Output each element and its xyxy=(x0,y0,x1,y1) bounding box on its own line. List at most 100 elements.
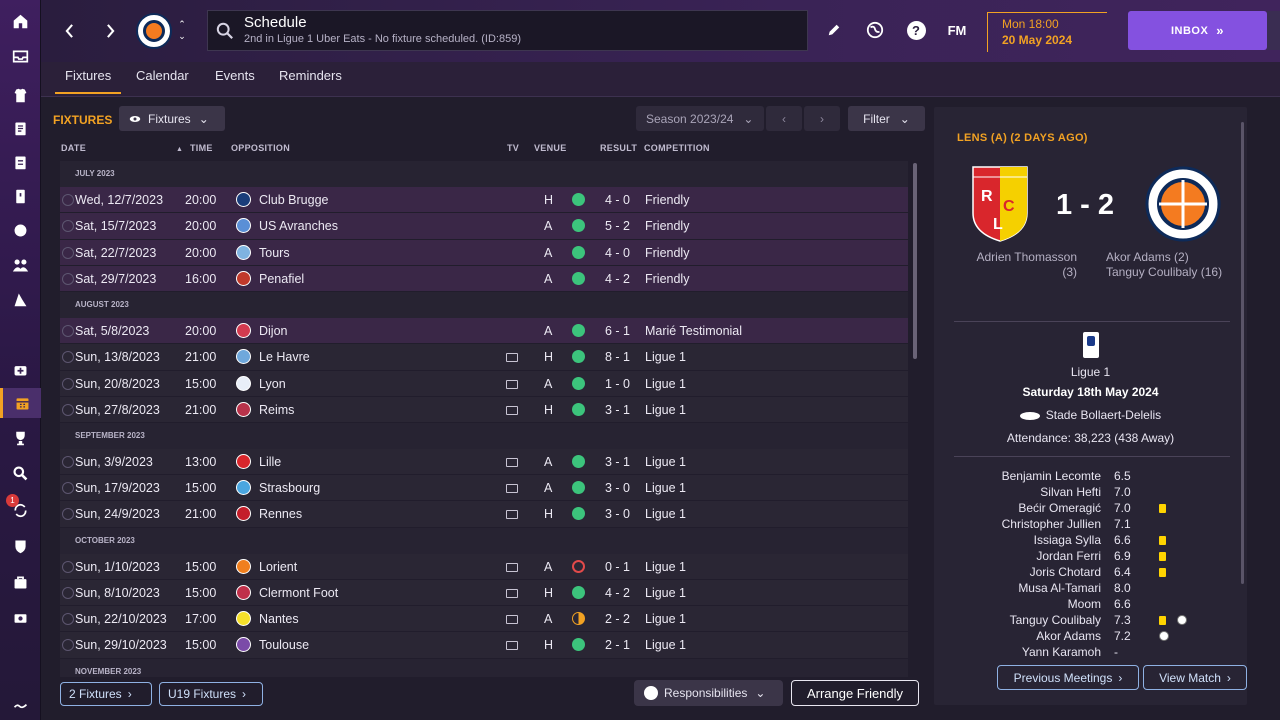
opponent-name[interactable]: Penafiel xyxy=(259,272,304,286)
sidebar-report-button[interactable] xyxy=(0,567,41,597)
player-name[interactable]: Akor Adams xyxy=(1036,629,1101,643)
fixture-result[interactable]: 5 - 2 xyxy=(605,219,630,233)
fixture-result[interactable]: 4 - 0 xyxy=(605,246,630,260)
fixture-result[interactable]: 2 - 1 xyxy=(605,638,630,652)
opponent-name[interactable]: Toulouse xyxy=(259,638,309,652)
sidebar-club-vision-button[interactable] xyxy=(0,458,41,488)
fixture-competition[interactable]: Ligue 1 xyxy=(645,403,686,417)
opponent-name[interactable]: Strasbourg xyxy=(259,481,320,495)
col-venue[interactable]: VENUE xyxy=(534,143,567,153)
arrange-friendly-button[interactable]: Arrange Friendly xyxy=(791,680,919,706)
fixture-competition[interactable]: Ligue 1 xyxy=(645,638,686,652)
sidebar-competitions-button[interactable] xyxy=(0,354,41,384)
forward-button[interactable] xyxy=(97,18,123,44)
fixture-result[interactable]: 2 - 2 xyxy=(605,612,630,626)
sidebar-inbox-button[interactable] xyxy=(0,41,41,71)
sidebar-data-button[interactable] xyxy=(0,147,41,177)
sidebar-training-button[interactable] xyxy=(0,215,41,245)
opponent-name[interactable]: Dijon xyxy=(259,324,288,338)
fixture-competition[interactable]: Friendly xyxy=(645,246,689,260)
fm-menu-button[interactable]: FM xyxy=(944,19,970,41)
fixture-result[interactable]: 4 - 2 xyxy=(605,272,630,286)
view-match-button[interactable]: View Match › xyxy=(1143,665,1247,690)
season-prev-button[interactable]: ‹ xyxy=(766,106,802,131)
help-button[interactable]: ? xyxy=(905,19,927,41)
fixture-row[interactable]: Sun, 8/10/2023 15:00 Clermont Foot H 4 - 2 Li… xyxy=(60,580,908,607)
fixture-row[interactable]: Sun, 3/9/2023 13:00 Lille A 3 - 1 Ligue 1 xyxy=(60,449,908,476)
edit-button[interactable] xyxy=(823,19,845,41)
fixture-result[interactable]: 4 - 0 xyxy=(605,193,630,207)
fixture-competition[interactable]: Ligue 1 xyxy=(645,481,686,495)
sidebar-finances-button[interactable]: 1 xyxy=(0,494,41,525)
player-name[interactable]: Bećir Omeragić xyxy=(1018,501,1101,515)
tab-calendar[interactable]: Calendar xyxy=(126,68,199,92)
page-title-search-box[interactable]: Schedule 2nd in Ligue 1 Uber Eats - No f… xyxy=(207,10,808,51)
opponent-name[interactable]: Lyon xyxy=(259,377,286,391)
fixture-competition[interactable]: Ligue 1 xyxy=(645,586,686,600)
fixture-competition[interactable]: Ligue 1 xyxy=(645,455,686,469)
sidebar-home-button[interactable] xyxy=(0,6,41,36)
sidebar-staff-button[interactable] xyxy=(0,181,41,211)
col-date[interactable]: DATE ▲ xyxy=(61,143,183,153)
sidebar-settings-button[interactable] xyxy=(0,603,41,633)
fixture-result[interactable]: 1 - 0 xyxy=(605,377,630,391)
fixtures-view-dropdown[interactable]: Fixtures ⌄ xyxy=(119,106,225,131)
sidebar-squad-button[interactable] xyxy=(0,80,41,110)
u19-fixtures-button[interactable]: U19 Fixtures › xyxy=(159,682,263,706)
fixture-competition[interactable]: Ligue 1 xyxy=(645,507,686,521)
fixture-row[interactable]: Sat, 5/8/2023 20:00 Dijon A 6 - 1 Marié Testi… xyxy=(60,318,908,345)
fixture-result[interactable]: 0 - 1 xyxy=(605,560,630,574)
opponent-name[interactable]: Club Brugge xyxy=(259,193,329,207)
lens-crest-icon[interactable]: R C L xyxy=(971,165,1029,243)
sidebar-menu-button[interactable] xyxy=(0,690,41,720)
fixture-competition[interactable]: Ligue 1 xyxy=(645,350,686,364)
world-button[interactable] xyxy=(864,19,886,41)
player-name[interactable]: Musa Al-Tamari xyxy=(1018,581,1101,595)
fixture-row[interactable]: Sat, 22/7/2023 20:00 Tours A 4 - 0 Friendly xyxy=(60,239,908,266)
player-name[interactable]: Silvan Hefti xyxy=(1040,485,1101,499)
sidebar-tactics-button[interactable] xyxy=(0,113,41,143)
fixture-row[interactable]: Sat, 15/7/2023 20:00 US Avranches A 5 - 2 Fri… xyxy=(60,213,908,240)
opponent-name[interactable]: Lorient xyxy=(259,560,297,574)
match-panel-scrollbar[interactable] xyxy=(1241,122,1244,584)
sidebar-scouting-button[interactable] xyxy=(0,388,41,418)
player-name[interactable]: Tanguy Coulibaly xyxy=(1010,613,1101,627)
fixtures-scrollbar[interactable] xyxy=(913,163,917,359)
fixture-result[interactable]: 3 - 1 xyxy=(605,455,630,469)
col-result[interactable]: RESULT xyxy=(600,143,637,153)
fixture-competition[interactable]: Friendly xyxy=(645,219,689,233)
sidebar-transfers-button[interactable] xyxy=(0,423,41,453)
fixture-row[interactable]: Sun, 20/8/2023 15:00 Lyon A 1 - 0 Ligue 1 xyxy=(60,370,908,397)
opponent-name[interactable]: Le Havre xyxy=(259,350,310,364)
player-name[interactable]: Yann Karamoh xyxy=(1022,645,1101,659)
fixture-result[interactable]: 6 - 1 xyxy=(605,324,630,338)
inbox-continue-button[interactable]: INBOX » xyxy=(1128,11,1267,50)
fixture-result[interactable]: 3 - 0 xyxy=(605,507,630,521)
fixture-row[interactable]: Sun, 1/10/2023 15:00 Lorient A 0 - 1 Ligue 1 xyxy=(60,553,908,580)
tab-events[interactable]: Events xyxy=(205,68,265,92)
opponent-name[interactable]: Nantes xyxy=(259,612,299,626)
fixture-competition[interactable]: Ligue 1 xyxy=(645,560,686,574)
col-opposition[interactable]: OPPOSITION xyxy=(231,143,290,153)
fixture-result[interactable]: 3 - 1 xyxy=(605,403,630,417)
previous-meetings-button[interactable]: Previous Meetings › xyxy=(997,665,1139,690)
player-name[interactable]: Jordan Ferri xyxy=(1036,549,1101,563)
col-tv[interactable]: TV xyxy=(507,143,519,153)
player-name[interactable]: Moom xyxy=(1068,597,1101,611)
fixture-row[interactable]: Sat, 29/7/2023 16:00 Penafiel A 4 - 2 Friendl… xyxy=(60,265,908,292)
club-crest-button[interactable] xyxy=(136,13,172,49)
player-name[interactable]: Issiaga Sylla xyxy=(1034,533,1101,547)
club-switch-arrows[interactable]: ⌃ ⌄ xyxy=(175,18,189,44)
filter-button[interactable]: Filter ⌄ xyxy=(848,106,925,131)
tab-fixtures[interactable]: Fixtures xyxy=(55,68,122,94)
responsibilities-dropdown[interactable]: Responsibilities ⌄ xyxy=(634,680,783,706)
opponent-name[interactable]: US Avranches xyxy=(259,219,338,233)
col-time[interactable]: TIME xyxy=(190,143,213,153)
player-name[interactable]: Benjamin Lecomte xyxy=(1002,469,1101,483)
tab-reminders[interactable]: Reminders xyxy=(269,68,352,92)
opponent-name[interactable]: Lille xyxy=(259,455,281,469)
fixture-competition[interactable]: Friendly xyxy=(645,272,689,286)
sidebar-dev-centre-button[interactable] xyxy=(0,531,41,561)
player-name[interactable]: Joris Chotard xyxy=(1030,565,1101,579)
sidebar-schedule-button[interactable] xyxy=(0,284,41,314)
